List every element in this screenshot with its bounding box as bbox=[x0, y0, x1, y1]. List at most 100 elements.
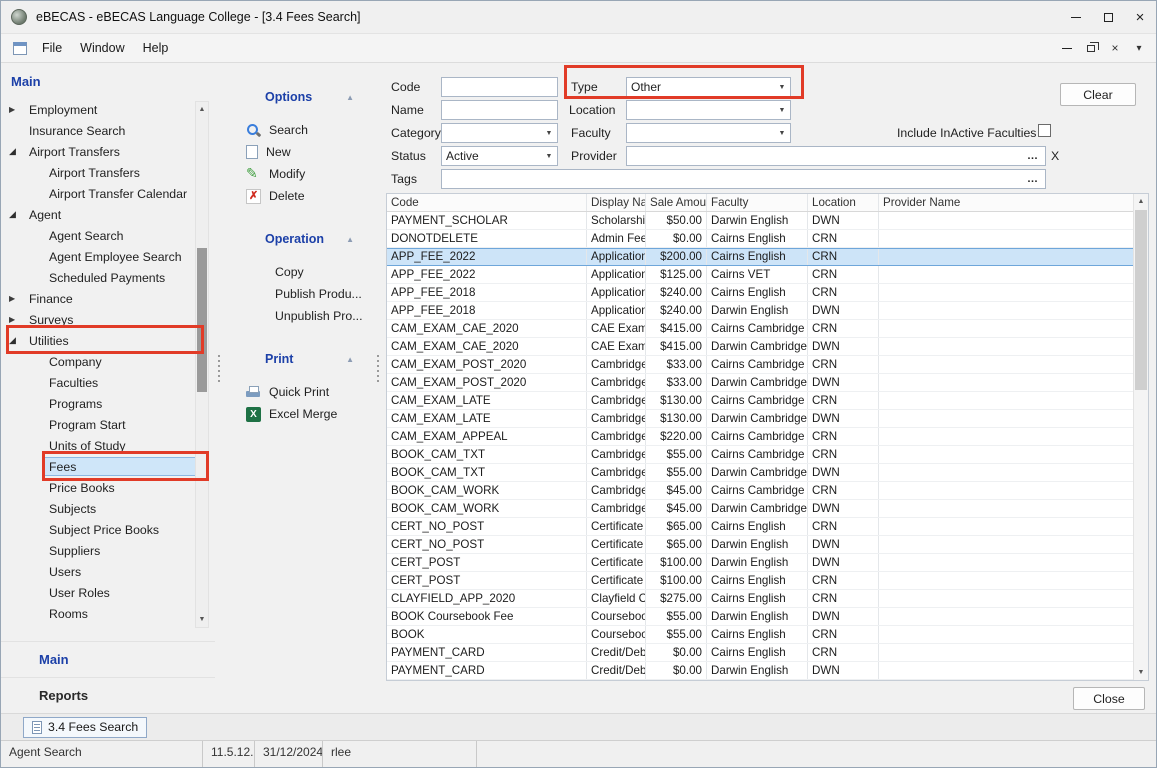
sidebar-item-finance[interactable]: ▶Finance bbox=[1, 288, 201, 309]
sidebar-item-faculties[interactable]: Faculties bbox=[1, 372, 201, 393]
grid-row[interactable]: PAYMENT_CARDCredit/Debi$0.00Darwin Engli… bbox=[387, 662, 1133, 680]
sidebar-item-agent-search[interactable]: Agent Search bbox=[1, 225, 201, 246]
publish-produ-button[interactable]: Publish Produ... bbox=[223, 283, 374, 305]
expander-expanded-icon[interactable]: ◢ bbox=[9, 335, 26, 346]
collapse-icon[interactable]: ▲ bbox=[346, 235, 354, 244]
sidebar-item-programs[interactable]: Programs bbox=[1, 393, 201, 414]
collapse-icon[interactable]: ▲ bbox=[346, 355, 354, 364]
menu-help[interactable]: Help bbox=[134, 37, 178, 59]
sidebar-item-program-start[interactable]: Program Start bbox=[1, 414, 201, 435]
sidebar-splitter[interactable] bbox=[215, 63, 223, 713]
browse-ellipsis-icon[interactable]: … bbox=[1021, 150, 1045, 162]
grid-row[interactable]: DONOTDELETEAdmin Fee$0.00Cairns EnglishC… bbox=[387, 230, 1133, 248]
scroll-up-icon[interactable]: ▲ bbox=[1134, 195, 1148, 208]
sidebar-item-airport-transfers[interactable]: ◢Airport Transfers bbox=[1, 141, 201, 162]
group-header-print[interactable]: Print▲ bbox=[223, 349, 374, 369]
collapse-icon[interactable]: ▲ bbox=[346, 93, 354, 102]
grid-row[interactable]: BOOK_CAM_TXTCambridge$55.00Darwin Cambri… bbox=[387, 464, 1133, 482]
sidebar-item-airport-transfers[interactable]: Airport Transfers bbox=[1, 162, 201, 183]
scrollbar-thumb[interactable] bbox=[1135, 210, 1147, 390]
sidebar-item-agent-employee-search[interactable]: Agent Employee Search bbox=[1, 246, 201, 267]
sidebar-item-utilities[interactable]: ◢Utilities bbox=[1, 330, 201, 351]
type-dropdown[interactable]: Other ▼ bbox=[626, 77, 791, 97]
grid-row[interactable]: BOOKCoursebool$55.00Cairns EnglishCRN bbox=[387, 626, 1133, 644]
scroll-down-icon[interactable]: ▼ bbox=[196, 613, 208, 626]
browse-ellipsis-icon[interactable]: … bbox=[1021, 173, 1045, 185]
faculty-dropdown[interactable]: ▼ bbox=[626, 123, 791, 143]
grid-row[interactable]: CAM_EXAM_POST_2020Cambridge$33.00Darwin … bbox=[387, 374, 1133, 392]
grid-row[interactable]: BOOK_CAM_WORKCambridge$45.00Darwin Cambr… bbox=[387, 500, 1133, 518]
grid-row[interactable]: CERT_NO_POSTCertificate$65.00Cairns Engl… bbox=[387, 518, 1133, 536]
tags-field[interactable]: … bbox=[441, 169, 1046, 189]
sidebar-item-units-of-study[interactable]: Units of Study bbox=[1, 435, 201, 456]
provider-field[interactable]: … bbox=[626, 146, 1046, 166]
grid-col-faculty[interactable]: Faculty bbox=[707, 194, 808, 211]
unpublish-pro-button[interactable]: Unpublish Pro... bbox=[223, 305, 374, 327]
grid-row[interactable]: APP_FEE_2018Application$240.00Cairns Eng… bbox=[387, 284, 1133, 302]
menu-file[interactable]: File bbox=[33, 37, 71, 59]
sidebar-item-airport-transfer-calendar[interactable]: Airport Transfer Calendar bbox=[1, 183, 201, 204]
sidebar-group-main[interactable]: Main bbox=[1, 641, 215, 677]
grid-row[interactable]: CAM_EXAM_APPEALCambridge$220.00Cairns Ca… bbox=[387, 428, 1133, 446]
sidebar-item-company[interactable]: Company bbox=[1, 351, 201, 372]
sidebar-item-insurance-search[interactable]: Insurance Search bbox=[1, 120, 201, 141]
scroll-up-icon[interactable]: ▲ bbox=[196, 103, 208, 116]
sidebar-item-user-roles[interactable]: User Roles bbox=[1, 582, 201, 603]
panel-splitter[interactable] bbox=[374, 63, 382, 713]
clear-button[interactable]: Clear bbox=[1060, 83, 1136, 106]
grid-row[interactable]: CERT_POSTCertificate$100.00Darwin Englis… bbox=[387, 554, 1133, 572]
group-header-options[interactable]: Options▲ bbox=[223, 87, 374, 107]
document-icon[interactable] bbox=[13, 42, 27, 55]
grid-col-provider-name[interactable]: Provider Name bbox=[879, 194, 1133, 211]
grid-row[interactable]: APP_FEE_2022Application$200.00Cairns Eng… bbox=[387, 248, 1133, 266]
include-inactive-checkbox[interactable] bbox=[1038, 124, 1051, 137]
chevron-down-icon[interactable]: ▾ bbox=[1128, 37, 1150, 59]
expander-collapsed-icon[interactable]: ▶ bbox=[9, 315, 26, 324]
scroll-down-icon[interactable]: ▼ bbox=[1134, 666, 1148, 679]
sidebar-item-rooms[interactable]: Rooms bbox=[1, 603, 201, 624]
grid-row[interactable]: CAM_EXAM_LATECambridge$130.00Darwin Camb… bbox=[387, 410, 1133, 428]
grid-row[interactable]: BOOK_CAM_WORKCambridge$45.00Cairns Cambr… bbox=[387, 482, 1133, 500]
grid-row[interactable]: CAM_EXAM_CAE_2020CAE Exam I$415.00Darwin… bbox=[387, 338, 1133, 356]
sidebar-item-fees[interactable]: Fees bbox=[1, 456, 201, 477]
sidebar-item-employment[interactable]: ▶Employment bbox=[1, 99, 201, 120]
expander-expanded-icon[interactable]: ◢ bbox=[9, 146, 26, 157]
grid-row[interactable]: PAYMENT_CARDCredit/Debi$0.00Cairns Engli… bbox=[387, 644, 1133, 662]
sidebar-item-subjects[interactable]: Subjects bbox=[1, 498, 201, 519]
grid-col-sale-amount[interactable]: Sale Amount bbox=[646, 194, 707, 211]
search-button[interactable]: Search bbox=[223, 119, 374, 141]
sidebar-item-surveys[interactable]: ▶Surveys bbox=[1, 309, 201, 330]
grid-col-code[interactable]: Code bbox=[387, 194, 587, 211]
grid-row[interactable]: CERT_NO_POSTCertificate$65.00Darwin Engl… bbox=[387, 536, 1133, 554]
scrollbar-thumb[interactable] bbox=[197, 248, 207, 392]
minimize-button[interactable] bbox=[1060, 1, 1092, 33]
grid-row[interactable]: APP_FEE_2022Application$125.00Cairns VET… bbox=[387, 266, 1133, 284]
delete-button[interactable]: Delete bbox=[223, 185, 374, 207]
mdi-minimize-button[interactable] bbox=[1056, 37, 1078, 59]
grid-row[interactable]: CERT_POSTCertificate$100.00Cairns Englis… bbox=[387, 572, 1133, 590]
grid-row[interactable]: CLAYFIELD_APP_2020Clayfield Co$275.00Cai… bbox=[387, 590, 1133, 608]
location-dropdown[interactable]: ▼ bbox=[626, 100, 791, 120]
expander-collapsed-icon[interactable]: ▶ bbox=[9, 294, 26, 303]
menu-window[interactable]: Window bbox=[71, 37, 133, 59]
sidebar-item-subject-price-books[interactable]: Subject Price Books bbox=[1, 519, 201, 540]
expander-expanded-icon[interactable]: ◢ bbox=[9, 209, 26, 220]
grid-row[interactable]: CAM_EXAM_LATECambridge$130.00Cairns Camb… bbox=[387, 392, 1133, 410]
modify-button[interactable]: Modify bbox=[223, 163, 374, 185]
grid-row[interactable]: CAM_EXAM_CAE_2020CAE Exam I$415.00Cairns… bbox=[387, 320, 1133, 338]
grid-row[interactable]: BOOK Coursebook FeeCoursebool$55.00Darwi… bbox=[387, 608, 1133, 626]
provider-clear-button[interactable]: X bbox=[1051, 149, 1059, 163]
grid-col-location[interactable]: Location bbox=[808, 194, 879, 211]
status-dropdown[interactable]: Active ▼ bbox=[441, 146, 558, 166]
sidebar-group-reports[interactable]: Reports bbox=[1, 677, 215, 713]
mdi-close-button[interactable]: × bbox=[1104, 37, 1126, 59]
sidebar-item-price-books[interactable]: Price Books bbox=[1, 477, 201, 498]
grid-row[interactable]: CAM_EXAM_POST_2020Cambridge$33.00Cairns … bbox=[387, 356, 1133, 374]
expander-collapsed-icon[interactable]: ▶ bbox=[9, 105, 26, 114]
grid-row[interactable]: APP_FEE_2018Application$240.00Darwin Eng… bbox=[387, 302, 1133, 320]
grid-row[interactable]: PAYMENT_SCHOLARScholarship$50.00Darwin E… bbox=[387, 212, 1133, 230]
sidebar-item-users[interactable]: Users bbox=[1, 561, 201, 582]
excel-merge-button[interactable]: Excel Merge bbox=[223, 403, 374, 425]
quick-print-button[interactable]: Quick Print bbox=[223, 381, 374, 403]
close-form-button[interactable]: Close bbox=[1073, 687, 1145, 710]
